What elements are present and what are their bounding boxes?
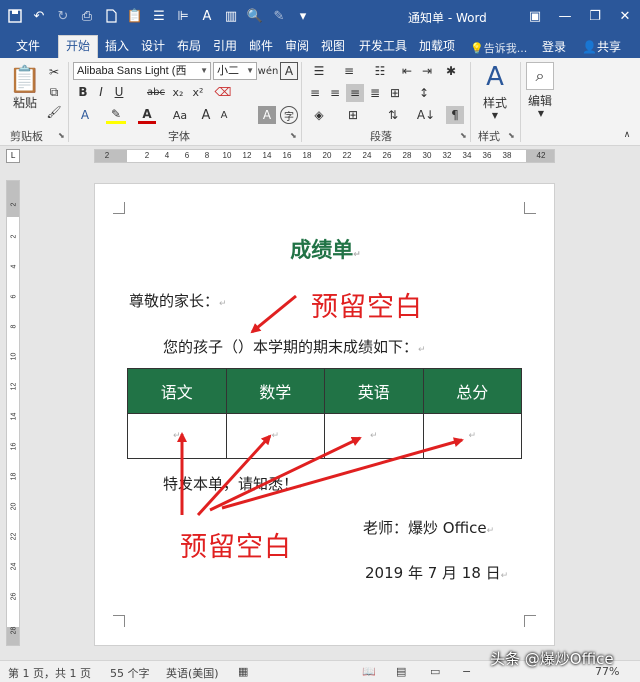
arrow-to-blank <box>250 294 297 334</box>
word-count[interactable]: 55 个字 <box>110 665 150 681</box>
page-count[interactable]: 第 1 页，共 1 页 <box>8 665 91 681</box>
web-layout-icon[interactable]: ▭ <box>430 665 440 678</box>
zoom-out-icon[interactable]: − <box>462 665 471 678</box>
language[interactable]: 英语(美国) <box>166 665 219 681</box>
print-layout-icon[interactable]: ▤ <box>396 665 406 678</box>
macro-icon[interactable]: ▦ <box>238 665 248 678</box>
annotation-arrows <box>177 294 464 517</box>
read-mode-icon[interactable]: 📖 <box>362 665 376 678</box>
watermark: 头条 @爆炒Office <box>490 650 614 668</box>
